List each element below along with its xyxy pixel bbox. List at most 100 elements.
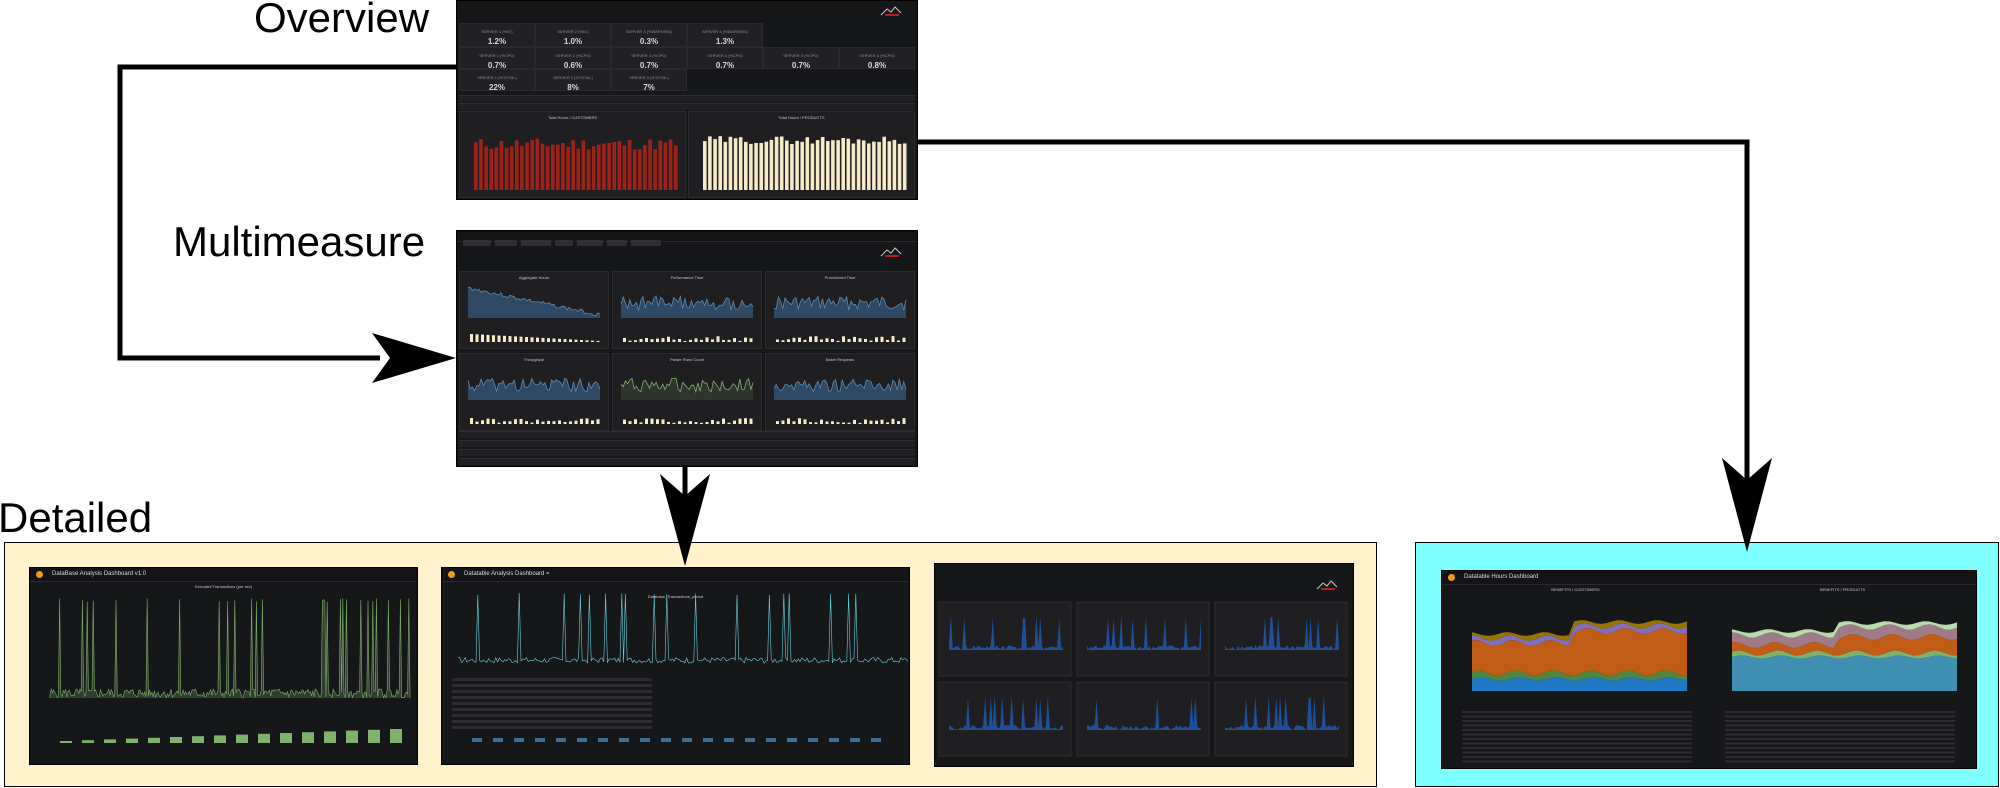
strip-bar [569,421,572,424]
mini-panel [938,681,1072,757]
strip-bar [634,340,637,342]
legend-row [1725,756,1955,758]
stat-title: SERVER 3 (%WARNING) [625,29,673,34]
chart-bar [851,143,856,190]
strip-bar [661,419,665,424]
strip-bar [820,419,823,424]
strip-bar [558,338,561,342]
strip-bar [902,337,906,342]
strip-bar [530,337,534,342]
panel-sparkline [773,378,907,424]
strip-bar [776,339,779,342]
overview-section-row-2[interactable] [459,103,915,110]
stat-value: 1.2% [487,37,507,46]
strip-bar [525,421,528,424]
mini-panel [938,601,1072,677]
strip-bar [650,339,654,342]
strip-bar [672,422,676,424]
strip-bar [486,334,490,342]
strip-bar [481,334,484,342]
strip-bar [525,337,528,342]
strip-bar [683,422,687,424]
overview-label: Overview [254,0,430,41]
panel-sparkline [620,295,754,342]
strip-bar [727,339,731,342]
overview-section-row[interactable] [459,95,915,102]
chart-bar [648,139,652,190]
chart-bar [831,140,835,190]
overview-panel-products: Total Hours / PRODUCTS [688,111,915,198]
strip-bar [645,338,648,342]
strip-bar [585,340,589,342]
detailed-dashboard-2: Datatable Analysis Dashboard = Database_… [441,567,910,765]
strip-bar [596,340,600,342]
strip-bar [858,422,862,424]
strip-bar [530,422,534,424]
chart-bar [597,144,601,190]
chart-bar [663,142,668,190]
strip-bar [236,734,248,743]
chart-bar [805,137,810,190]
strip-bar [814,336,818,342]
strip-bar [678,421,681,424]
legend-row [1462,724,1692,727]
multimeasure-panel: Aggregate Hours [459,271,609,349]
strip-bar [875,337,878,342]
panel-sparkline [773,295,907,342]
stat-title: SERVER 2 (%IO) [557,29,589,34]
strip-bar [694,338,698,342]
strip-bar [656,338,659,342]
strip-bar [492,419,495,424]
chart-bar [902,143,907,190]
strip-bar [623,419,626,424]
strip-bar [787,418,790,424]
stat-title: SERVER 3 (%TOTAL) [629,75,669,80]
detailed-multi-chart [452,593,909,742]
legend-row [1725,742,1955,745]
strip-bar [591,420,594,424]
chart-bar [795,140,799,190]
strip-bar [148,737,160,743]
stat-tile: SERVER 1 (%CPU) 0.7% [459,47,535,70]
strip-bar [556,738,566,742]
strip-bar [798,418,801,424]
mini-panel [1214,601,1348,677]
chart-bar [713,139,717,190]
strip-bar [536,419,539,424]
strip-bar [809,336,812,342]
collapsed-row-2[interactable] [459,440,915,447]
strip-bar [875,420,878,424]
strip-bar [891,418,895,424]
strip-bar [808,738,818,742]
stat-title: SERVER 1 (%IO) [481,29,513,34]
chart-bar [530,139,534,190]
legend-row [1462,733,1692,736]
strip-bar [792,421,796,424]
chart-bar [653,149,657,190]
stat-value: 0.7% [791,61,811,70]
chart-bar [540,143,545,190]
multimeasure-dashboard: Aggregate Hours Performance Time Provision… [456,230,918,467]
legend-row [1725,738,1955,740]
strip-bar [60,741,72,743]
strip-bar [847,339,851,342]
strip-bar [585,418,589,424]
strip-bar [214,735,226,743]
collapsed-row-1[interactable] [459,431,915,438]
chart-bar [499,140,504,190]
strip-bar [302,732,314,743]
collapsed-row-4[interactable] [459,458,915,465]
legend-row [1725,751,1955,754]
strip-bar [661,738,671,742]
strip-bar [683,341,687,342]
logo-icon [879,4,903,16]
multimeasure-panel: Throughput [459,353,609,431]
legend-row [1725,760,1955,763]
strip-bar [574,420,578,424]
strip-bar [798,337,801,342]
collapsed-row-3[interactable] [459,449,915,456]
strip-bar [682,738,692,742]
legend-row [452,678,652,681]
chart-bar [566,146,570,190]
chart-bar [723,141,728,190]
